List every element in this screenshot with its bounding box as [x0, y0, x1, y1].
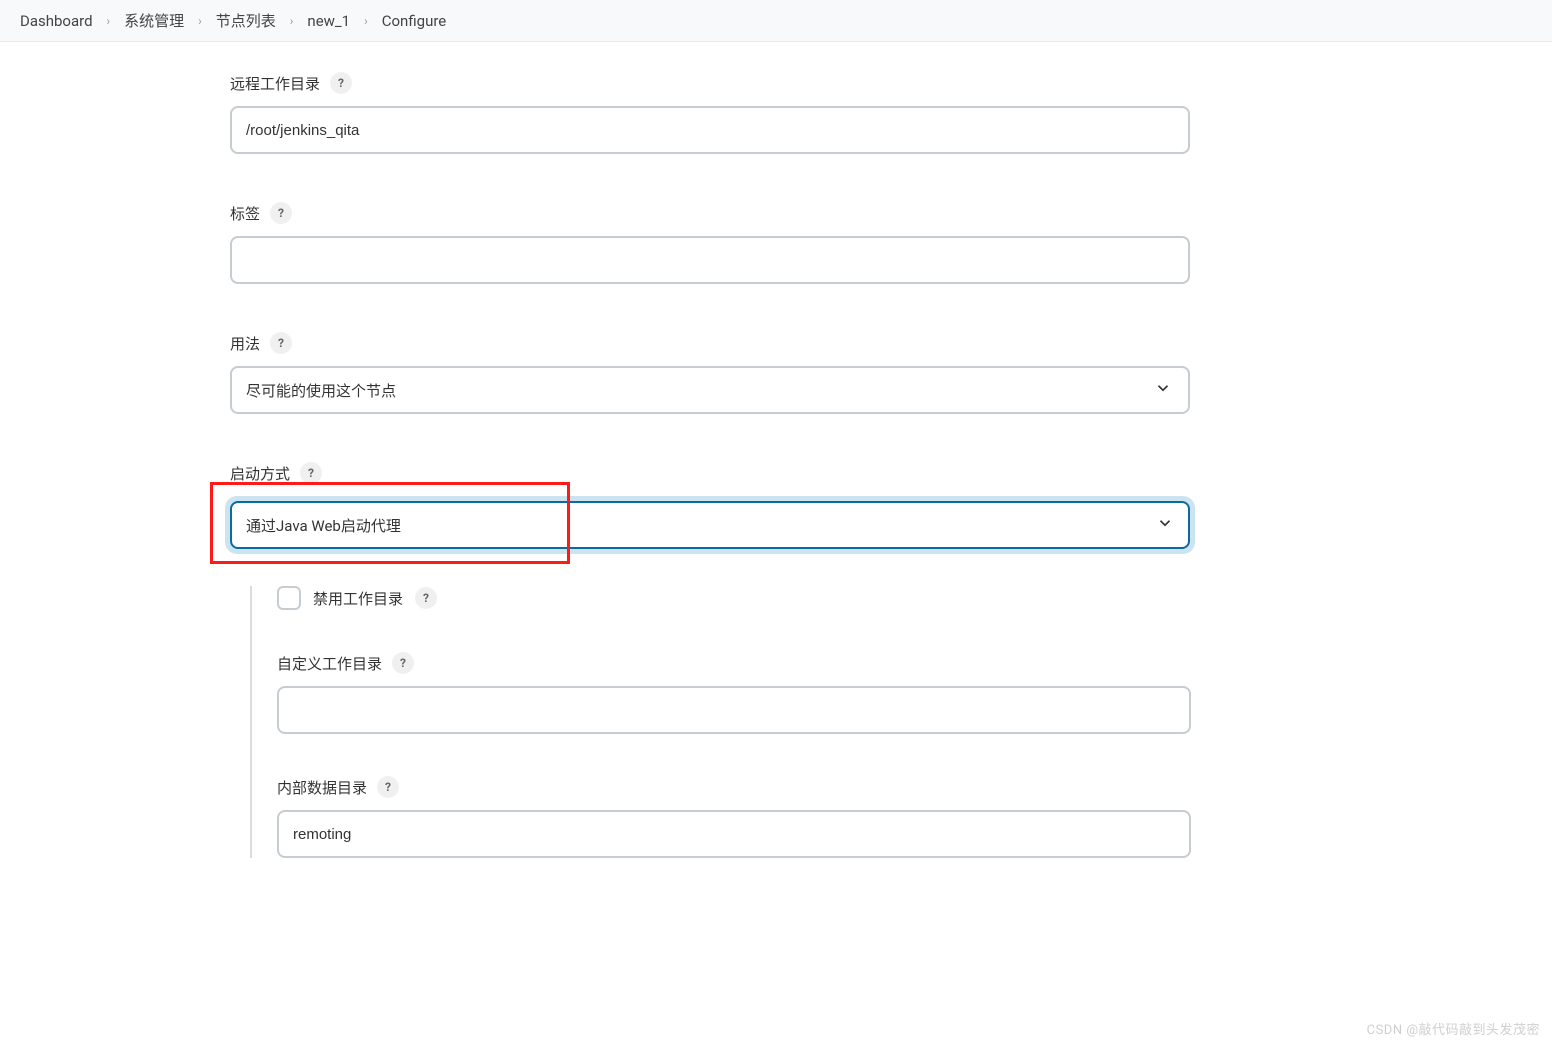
remote-root-label: 远程工作目录	[230, 73, 320, 94]
launch-method-select-focusring: 通过Java Web启动代理	[225, 496, 1195, 554]
breadcrumb-item-node-list[interactable]: 节点列表	[216, 10, 276, 31]
labels-label: 标签	[230, 203, 260, 224]
field-label-row: 用法 ?	[230, 332, 1200, 354]
breadcrumb: Dashboard › 系统管理 › 节点列表 › new_1 › Config…	[0, 0, 1552, 42]
chevron-right-icon: ›	[364, 14, 368, 28]
chevron-right-icon: ›	[107, 14, 111, 28]
watermark-text: CSDN @敲代码敲到头发茂密	[1367, 1019, 1540, 1038]
launch-method-subsection: 禁用工作目录 ? 自定义工作目录 ? 内部数据目录 ?	[250, 586, 1200, 858]
field-disable-workdir: 禁用工作目录 ?	[277, 586, 1200, 610]
launch-method-select[interactable]: 通过Java Web启动代理	[230, 501, 1190, 549]
field-label-row: 远程工作目录 ?	[230, 72, 1200, 94]
help-icon[interactable]: ?	[392, 652, 414, 674]
field-launch-method: 启动方式 ? 通过Java Web启动代理 禁用工作目录 ?	[230, 462, 1200, 858]
field-labels: 标签 ?	[230, 202, 1200, 284]
custom-workdir-input[interactable]	[277, 686, 1191, 734]
help-icon[interactable]: ?	[415, 587, 437, 609]
help-icon[interactable]: ?	[270, 332, 292, 354]
remote-root-input[interactable]	[230, 106, 1190, 154]
internal-data-dir-label: 内部数据目录	[277, 777, 367, 798]
internal-data-dir-input[interactable]	[277, 810, 1191, 858]
breadcrumb-item-node-name[interactable]: new_1	[307, 12, 350, 30]
configure-form: 远程工作目录 ? 标签 ? 用法 ? 尽可能的使用这个节点 启动方式	[0, 42, 1200, 858]
field-label-row: 自定义工作目录 ?	[277, 652, 1200, 674]
field-label-row: 启动方式 ?	[230, 462, 1200, 484]
chevron-down-icon	[1156, 514, 1174, 536]
help-icon[interactable]: ?	[300, 462, 322, 484]
checkbox-row: 禁用工作目录 ?	[277, 586, 1200, 610]
launch-method-selected-value: 通过Java Web启动代理	[246, 515, 401, 536]
custom-workdir-label: 自定义工作目录	[277, 653, 382, 674]
field-usage: 用法 ? 尽可能的使用这个节点	[230, 332, 1200, 414]
disable-workdir-label: 禁用工作目录	[313, 588, 403, 609]
chevron-right-icon: ›	[198, 14, 202, 28]
help-icon[interactable]: ?	[377, 776, 399, 798]
launch-method-label: 启动方式	[230, 463, 290, 484]
field-remote-root: 远程工作目录 ?	[230, 72, 1200, 154]
breadcrumb-item-dashboard[interactable]: Dashboard	[20, 12, 93, 30]
usage-label: 用法	[230, 333, 260, 354]
field-label-row: 标签 ?	[230, 202, 1200, 224]
usage-selected-value: 尽可能的使用这个节点	[246, 380, 396, 401]
help-icon[interactable]: ?	[270, 202, 292, 224]
usage-select[interactable]: 尽可能的使用这个节点	[230, 366, 1190, 414]
breadcrumb-item-configure[interactable]: Configure	[382, 12, 447, 30]
field-custom-workdir: 自定义工作目录 ?	[277, 652, 1200, 734]
chevron-right-icon: ›	[290, 14, 294, 28]
help-icon[interactable]: ?	[330, 72, 352, 94]
field-label-row: 内部数据目录 ?	[277, 776, 1200, 798]
labels-input[interactable]	[230, 236, 1190, 284]
breadcrumb-item-system-manage[interactable]: 系统管理	[124, 10, 184, 31]
disable-workdir-checkbox[interactable]	[277, 586, 301, 610]
usage-select-wrap: 尽可能的使用这个节点	[230, 366, 1190, 414]
field-internal-data-dir: 内部数据目录 ?	[277, 776, 1200, 858]
